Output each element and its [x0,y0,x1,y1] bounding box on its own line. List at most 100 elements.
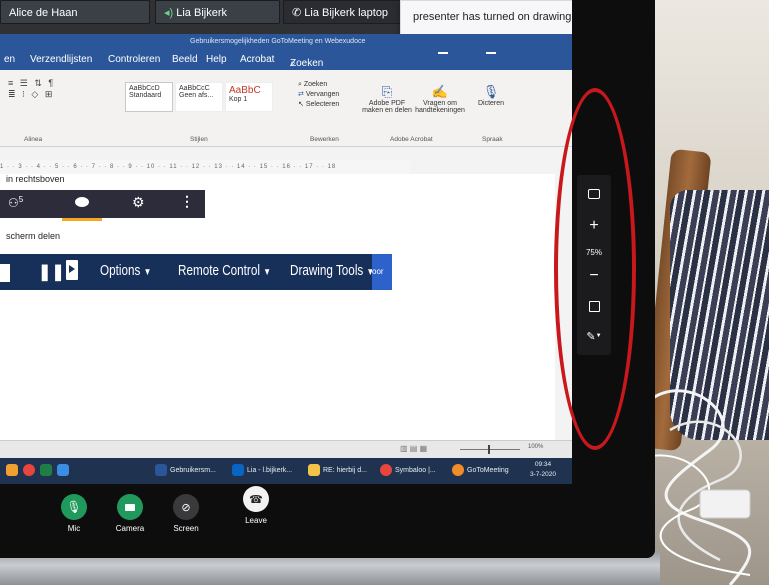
task-label: Gebruikersm... [170,467,216,474]
view-icons[interactable]: ▥ ▤ ▦ [400,444,427,453]
style-name: Kop 1 [229,96,248,103]
tab-verzendlijsten[interactable]: Verzendlijsten [30,54,92,65]
thumbnail-lia-laptop[interactable]: ✆ Lia Bijkerk laptop [283,0,405,24]
find-label: Zoeken [303,81,328,88]
notification-text: presenter has turned on drawing tools. [413,11,572,23]
task-label: RE: hierbij d... [323,467,367,474]
chrome-icon [380,464,392,477]
camera-button[interactable]: Camera [110,494,150,533]
mic-button[interactable]: 🎙 Mic [54,494,94,533]
thumbnail-name: Lia Bijkerk [176,7,227,19]
more-button[interactable]: ⋮ [180,193,194,210]
audio-icon: ◂) [164,7,174,19]
taskbar-mail[interactable]: RE: hierbij d... [308,462,367,480]
search-label: Zoeken [290,58,324,69]
taskbar-pinned-icons[interactable] [6,462,72,480]
pause-button[interactable]: ❚❚ [38,262,65,282]
shared-screen: Alice de Haan ◂) Lia Bijkerk ✆ Lia Bijke… [0,0,572,490]
attendees-button[interactable]: ⚇5 [8,195,23,210]
style-kop1[interactable]: AaBbC Kop 1 [225,82,273,112]
replace-label: Vervangen [305,91,340,98]
gtm-presenter-toolbar: ❚❚ Options ▼ Remote Control ▼ Drawing To… [0,254,392,290]
excel-icon [39,464,52,477]
drawing-tools-menu[interactable]: Drawing Tools ▼ [290,262,374,279]
photo-scene: Alice de Haan ◂) Lia Bijkerk ✆ Lia Bijke… [0,0,769,585]
play-icon [69,265,75,273]
monitor: Alice de Haan ◂) Lia Bijkerk ✆ Lia Bijke… [0,0,655,558]
cursor-icon: ↖ [298,101,304,108]
comments-button[interactable]: ▭ Opmerkingen [486,52,539,65]
task-label: GoToMeeting [467,467,509,474]
thumbnail-name: Lia Bijkerk laptop [304,7,389,19]
task-label: Symbaloo |... [395,467,436,474]
settings-button[interactable]: ⚙ [132,194,145,211]
gotomeeting-icon [452,464,464,477]
tab-en[interactable]: en [4,54,15,65]
screen-button[interactable]: ⊘ Screen [166,494,206,533]
microphone-icon: 🎙 [61,494,87,520]
select-button[interactable]: ↖ Selecteren [298,100,339,110]
clock-date: 3-7-2020 [530,471,557,478]
editing-tools: ⌕ Zoeken ⇄ Vervangen ↖ Selecteren [298,80,339,110]
request-signature-label: Vragen om handtekeningen [415,100,465,114]
task-label: Lia - l.bijkerk... [247,467,293,474]
remote-control-label: Remote Control [178,262,260,279]
zoom-thumb[interactable] [488,445,490,454]
group-spraak: Spraak [482,136,503,143]
ruler-marks: 1 · · 3 · · 4 · · 5 · · 6 · · 7 · · 8 · … [0,164,337,170]
group-bewerken: Bewerken [310,136,339,143]
adobe-pdf-button[interactable]: ⎘ Adobe PDF maken en delen [362,84,412,114]
share-label: Delen [443,56,464,65]
search-icon: ⌕ [298,81,302,88]
taskbar-word[interactable]: Gebruikersm... [155,462,216,480]
gear-icon: ⚙ [132,194,145,210]
zoom-slider[interactable] [460,445,520,454]
drawing-tools-label: Drawing Tools [290,262,364,279]
style-geen-afstand[interactable]: AaBbCcC Geen afs... [175,82,223,112]
outlook-icon [232,464,244,477]
share-button[interactable]: ⇪ Delen [438,52,464,65]
replace-button[interactable]: ⇄ Vervangen [298,90,339,100]
options-menu[interactable]: Options ▼ [100,262,151,279]
tab-help[interactable]: Help [206,54,227,65]
doc-text-top: in rechtsboven [6,174,65,184]
tab-beeld[interactable]: Beeld [172,54,198,65]
chat-icon [75,197,89,207]
stop-icon[interactable] [0,264,10,282]
ribbon: ≡ ☰ ⇅ ¶ ≣ ⁝ ◇ ⊞ Alinea AaBbCcD Standaard … [0,70,572,147]
tab-acrobat[interactable]: Acrobat [240,54,274,65]
dictate-button[interactable]: 🎙 Dicteren [476,84,506,107]
pause-icon: ❚❚ [38,264,65,281]
chat-button[interactable] [62,194,102,221]
ruler: 1 · · 3 · · 4 · · 5 · · 6 · · 7 · · 8 · … [0,160,410,175]
find-button[interactable]: ⌕ Zoeken [298,80,339,90]
group-adobe: Adobe Acrobat [390,136,433,143]
clock[interactable]: 09:34 3-7-2020 [530,460,556,480]
signature-icon: ✍ [431,84,449,99]
options-label: Options [100,262,141,279]
more-vertical-icon: ⋮ [180,193,194,209]
remote-control-menu[interactable]: Remote Control ▼ [178,262,271,279]
camera-label: Camera [115,524,145,533]
style-preview: AaBbC [229,85,261,96]
caret-down-icon: ▼ [263,267,271,278]
presenter-button[interactable] [66,260,78,280]
select-label: Selecteren [305,101,340,108]
taskbar-outlook[interactable]: Lia - l.bijkerk... [232,462,292,480]
thumbnail-lia[interactable]: ◂) Lia Bijkerk [155,0,280,24]
highlight-ring [554,88,636,450]
screen-share-off-icon: ⊘ [173,494,199,520]
paragraph-tools[interactable]: ≡ ☰ ⇅ ¶ ≣ ⁝ ◇ ⊞ [8,78,55,100]
caret-down-icon: ▼ [143,267,152,278]
app-icon [56,464,69,477]
taskbar-symbaloo[interactable]: Symbaloo |... [380,462,436,480]
phone-icon: ✆ [292,7,302,19]
request-signature-button[interactable]: ✍ Vragen om handtekeningen [414,84,466,114]
leave-button[interactable]: ☎ Leave [236,486,276,525]
tab-controleren[interactable]: Controleren [108,54,160,65]
taskbar-gotomeeting[interactable]: GoToMeeting [452,462,509,480]
style-standaard[interactable]: AaBbCcD Standaard [125,82,173,112]
thumbnail-alice[interactable]: Alice de Haan [0,0,150,24]
style-preview: AaBbCcD [129,85,160,92]
thumbnail-name: Alice de Haan [9,7,78,19]
